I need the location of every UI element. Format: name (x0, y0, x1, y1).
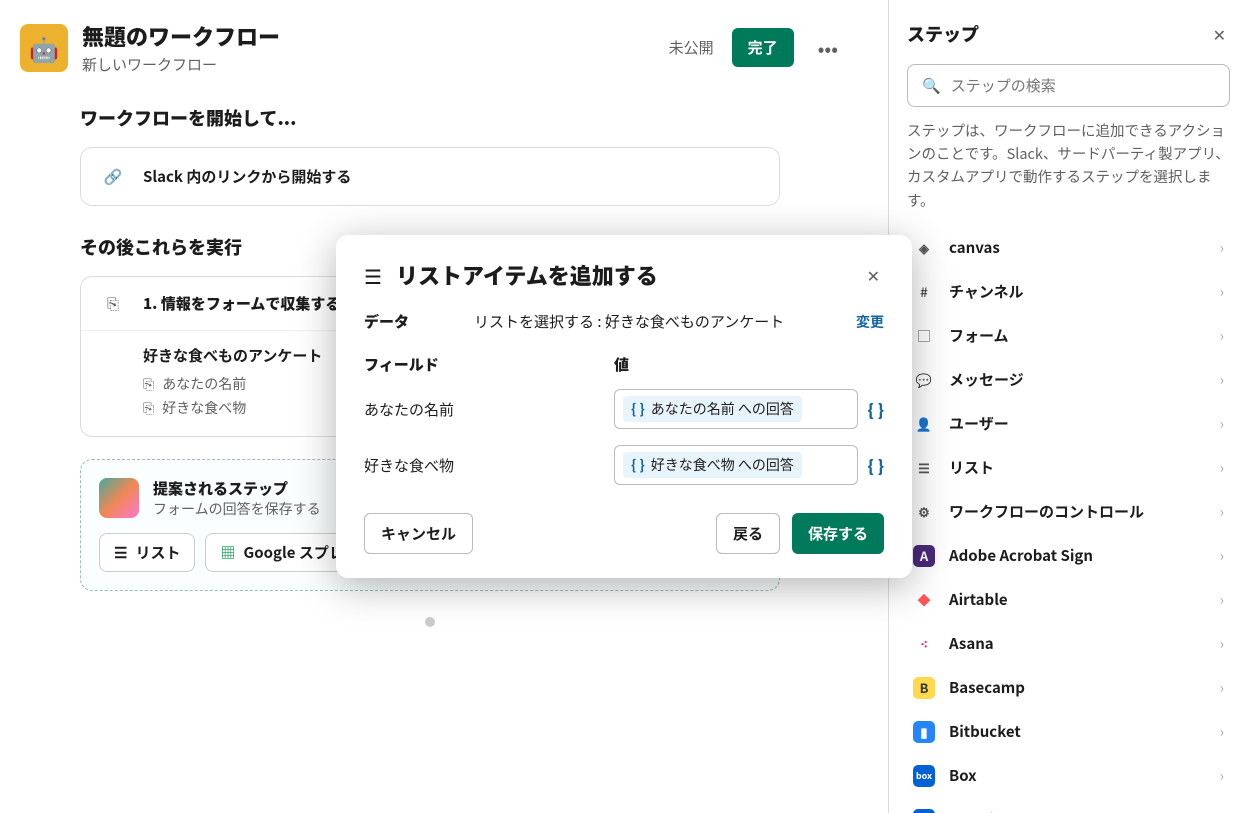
value-input-2[interactable]: { }好きな食べ物 への回答 (614, 445, 858, 485)
insert-variable-button-2[interactable]: { } (868, 453, 884, 477)
modal-overlay: ☰ リストアイテムを追加する ✕ データ リストを選択する : 好きな食べものア… (0, 0, 1248, 813)
selected-list-text: リストを選択する : 好きな食べものアンケート (474, 311, 836, 332)
back-button[interactable]: 戻る (716, 513, 780, 554)
add-list-item-modal: ☰ リストアイテムを追加する ✕ データ リストを選択する : 好きな食べものア… (336, 235, 912, 578)
insert-variable-button-1[interactable]: { } (868, 397, 884, 421)
field-header: フィールド (364, 354, 614, 375)
value-header: 値 (614, 354, 629, 375)
data-label: データ (364, 311, 454, 332)
modal-title: リストアイテムを追加する (396, 259, 849, 291)
close-modal-button[interactable]: ✕ (863, 259, 884, 291)
cancel-button[interactable]: キャンセル (364, 513, 473, 554)
variable-chip-1[interactable]: { }あなたの名前 への回答 (623, 396, 802, 422)
field-name-2: 好きな食べ物 (364, 455, 614, 476)
list-step-icon: ☰ (364, 261, 382, 290)
variable-chip-2[interactable]: { }好きな食べ物 への回答 (623, 452, 802, 478)
value-input-1[interactable]: { }あなたの名前 への回答 (614, 389, 858, 429)
change-list-link[interactable]: 変更 (856, 312, 884, 332)
field-name-1: あなたの名前 (364, 399, 614, 420)
save-button[interactable]: 保存する (792, 513, 884, 554)
